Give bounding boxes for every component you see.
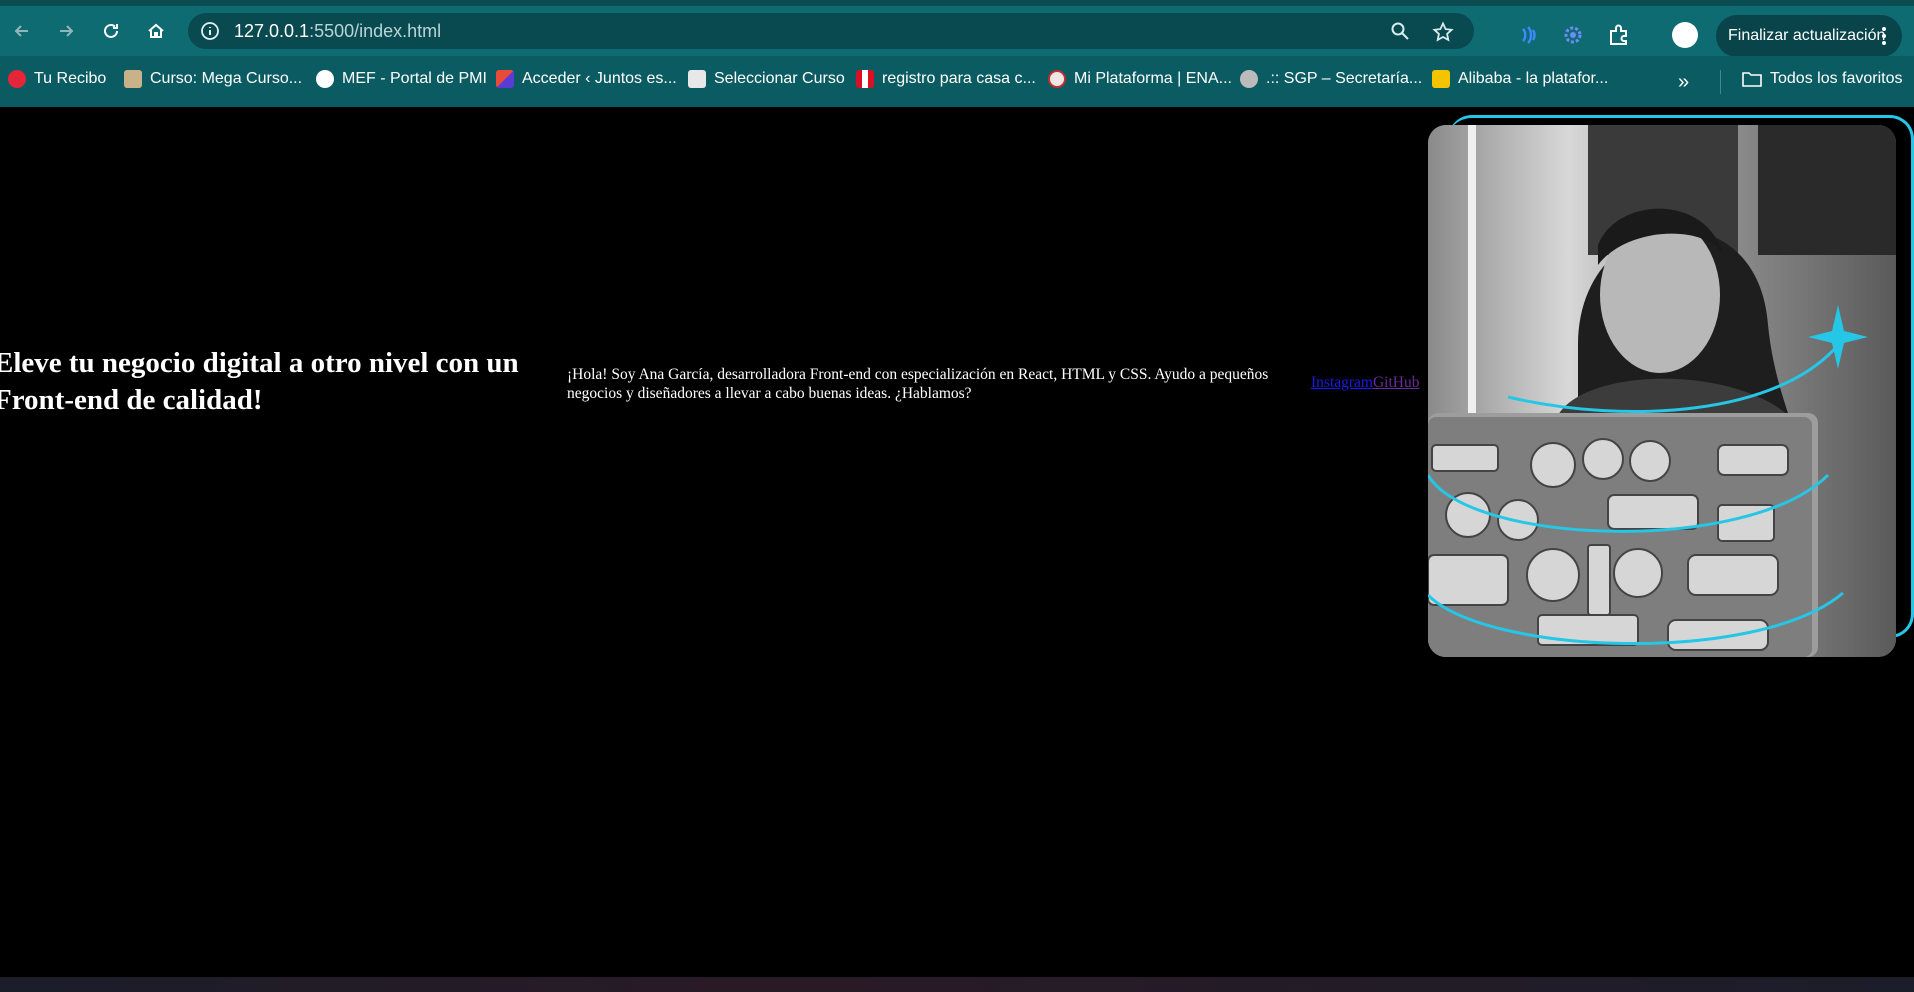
os-taskbar — [0, 977, 1914, 992]
forward-button[interactable] — [52, 17, 80, 45]
page-content: Eleve tu negocio digital a otro nivel co… — [0, 107, 1914, 977]
address-bar[interactable]: 127.0.0.1:5500/index.html — [188, 13, 1474, 49]
arrow-right-icon — [60, 25, 74, 37]
all-favorites-label: Todos los favoritos — [1770, 70, 1903, 87]
extension-gear-icon[interactable] — [1560, 22, 1586, 48]
more-bookmarks-chevron-icon[interactable]: » — [1678, 70, 1702, 94]
bookmark-label: Tu Recibo — [34, 70, 107, 87]
bookmark-label: Mi Plataforma | ENA... — [1074, 70, 1232, 87]
info-icon[interactable] — [200, 21, 220, 41]
finish-update-button[interactable]: Finalizar actualización — [1716, 15, 1902, 57]
instagram-link[interactable]: Instagram — [1311, 374, 1373, 391]
back-button[interactable] — [8, 17, 36, 45]
arrow-left-icon — [14, 25, 28, 37]
hero-photo-container — [1428, 115, 1914, 657]
globe-icon — [316, 70, 334, 88]
bookmark-item[interactable]: .:: SGP – Secretaría... — [1240, 70, 1422, 88]
woman-laptop-illustration — [1428, 125, 1896, 657]
page-icon — [688, 70, 706, 88]
profile-avatar[interactable] — [1672, 22, 1698, 48]
hero-description: ¡Hola! Soy Ana García, desarrolladora Fr… — [567, 366, 1269, 402]
bookmark-label: Seleccionar Curso — [714, 70, 845, 87]
bookmark-item[interactable]: registro para casa c... — [856, 70, 1036, 88]
bookmark-star-icon[interactable] — [1432, 21, 1454, 43]
home-button[interactable] — [142, 17, 170, 45]
social-links: InstagramGitHub — [1311, 374, 1419, 392]
extension-waves-icon[interactable] — [1514, 22, 1540, 48]
bookmark-item[interactable]: Acceder ‹ Juntos es... — [496, 70, 677, 88]
bookmarks-divider — [1720, 70, 1721, 94]
url-host: 127.0.0.1 — [234, 21, 310, 41]
squares-icon — [496, 70, 514, 88]
url-path: :5500/index.html — [309, 21, 442, 41]
emblem-icon — [1048, 70, 1066, 88]
bookmark-label: registro para casa c... — [882, 70, 1036, 87]
reload-icon — [104, 23, 118, 38]
home-icon — [148, 23, 164, 38]
alibaba-icon — [1432, 70, 1450, 88]
bookmark-item[interactable]: Seleccionar Curso — [688, 70, 845, 88]
bookmark-item[interactable]: MEF - Portal de PMI — [316, 70, 487, 88]
zoom-icon[interactable] — [1390, 21, 1410, 41]
bookmark-label: MEF - Portal de PMI — [342, 70, 487, 87]
wordpress-icon — [1240, 70, 1258, 88]
lips-icon — [8, 70, 26, 88]
github-link[interactable]: GitHub — [1373, 374, 1420, 391]
all-favorites-folder[interactable]: Todos los favoritos — [1742, 70, 1903, 88]
bookmark-label: Alibaba - la platafor... — [1458, 70, 1609, 87]
reload-button[interactable] — [97, 17, 125, 45]
bookmark-item[interactable]: Mi Plataforma | ENA... — [1048, 70, 1232, 88]
peru-flag-icon — [856, 70, 874, 88]
browser-toolbar: 127.0.0.1:5500/index.html Finalizar actu… — [0, 0, 1914, 57]
finish-update-label: Finalizar actualización — [1728, 27, 1886, 44]
folder-icon — [1742, 72, 1762, 87]
course-icon — [124, 70, 142, 88]
bookmark-item[interactable]: Curso: Mega Curso... — [124, 70, 302, 88]
hero-photo — [1428, 125, 1896, 657]
more-vertical-icon[interactable] — [1876, 25, 1892, 47]
extensions-puzzle-icon[interactable] — [1606, 22, 1632, 48]
bookmarks-bar: Tu Recibo Curso: Mega Curso... MEF - Por… — [0, 56, 1914, 107]
bookmark-label: Acceder ‹ Juntos es... — [522, 70, 677, 87]
bookmark-item[interactable]: Tu Recibo — [8, 70, 106, 88]
hero-title: Eleve tu negocio digital a otro nivel co… — [0, 347, 519, 416]
bookmark-label: Curso: Mega Curso... — [150, 70, 303, 87]
bookmark-label: .:: SGP – Secretaría... — [1266, 70, 1423, 87]
url-text[interactable]: 127.0.0.1:5500/index.html — [234, 21, 441, 42]
bookmark-item[interactable]: Alibaba - la platafor... — [1432, 70, 1608, 88]
